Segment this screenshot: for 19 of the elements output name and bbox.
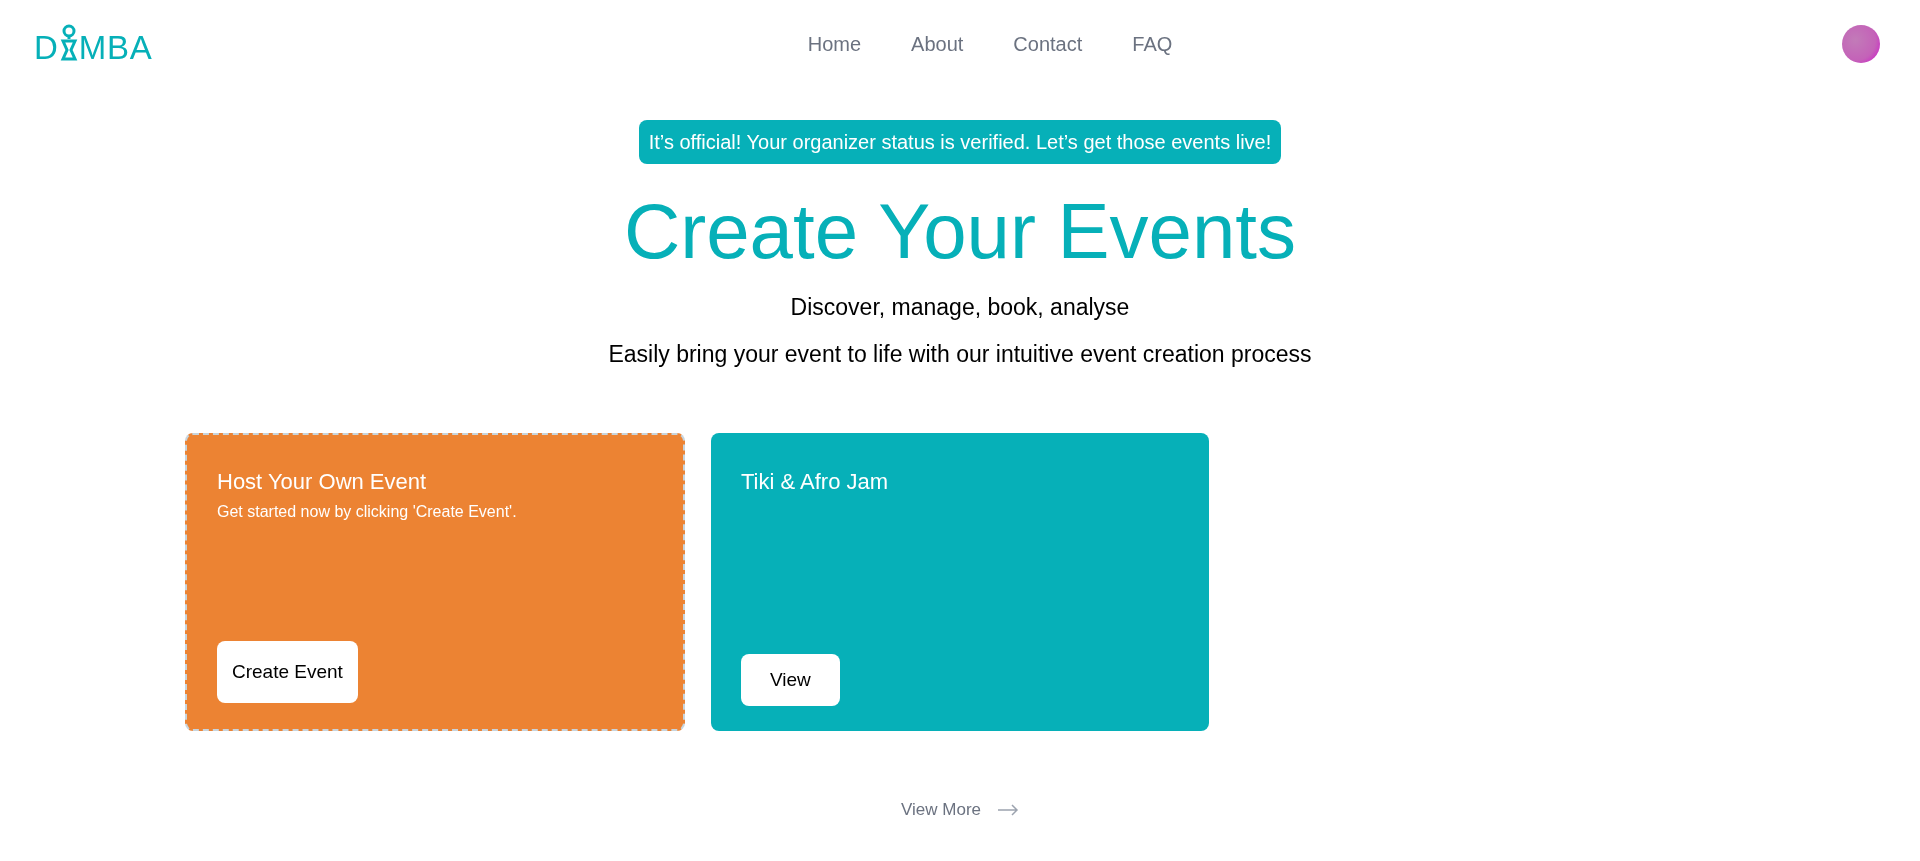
nav-link[interactable]: Home [807, 29, 862, 59]
logo-text: D [34, 31, 59, 64]
subtitle: Discover, manage, book, analyse [790, 293, 1130, 322]
user-avatar[interactable] [1842, 25, 1880, 63]
view-button[interactable]: View [741, 653, 840, 706]
nav-link[interactable]: Contact [1013, 29, 1083, 59]
tagline: Easily bring your event to life with our intuitive event creation process [608, 339, 1312, 369]
nav-link[interactable]: About [911, 29, 964, 59]
nav-link[interactable]: FAQ [1132, 29, 1173, 59]
view-more-link[interactable]: View More [901, 797, 1019, 823]
arrow-right-icon [997, 803, 1019, 816]
logo-text: MBA [78, 31, 153, 64]
pin-icon [58, 24, 79, 64]
card-description: Get started now by clicking 'Create Event'. [217, 502, 518, 522]
create-event-button[interactable]: Create Event [217, 640, 358, 703]
page-title: Create Your Events [623, 192, 1297, 270]
card-title: Host Your Own Event [217, 468, 428, 496]
card-title: Tiki & Afro Jam [741, 468, 890, 496]
verified-banner: It’s official! Your organizer status is verified. Let’s get those events live! [638, 120, 1282, 164]
